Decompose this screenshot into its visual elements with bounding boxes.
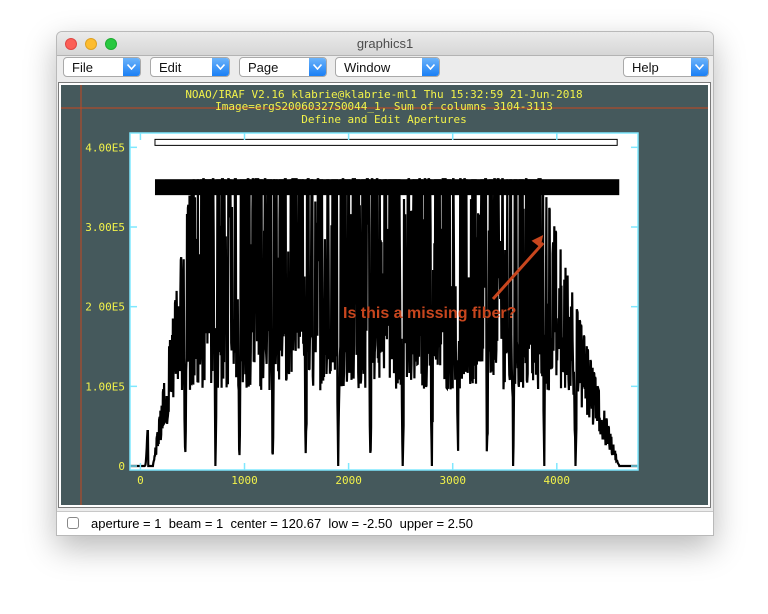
x-tick-label: 3000 xyxy=(439,474,466,487)
y-tick-label: 4.00E5 xyxy=(85,141,125,154)
graphics-window: graphics1 File Edit Page Window Help NOA… xyxy=(56,31,714,536)
y-tick-label: 3.00E5 xyxy=(85,221,125,234)
x-tick-label: 2000 xyxy=(335,474,362,487)
graphics-frame: NOAO/IRAF V2.16 klabrie@klabrie-ml1 Thu … xyxy=(58,82,711,508)
annotation-text: Is this a missing fiber? xyxy=(343,305,516,322)
window-title: graphics1 xyxy=(356,36,414,51)
y-tick-label: 1.00E5 xyxy=(85,380,125,393)
file-menu-label: File xyxy=(72,60,93,75)
graph-header-line-3: Define and Edit Apertures xyxy=(301,113,467,126)
x-tick-label: 4000 xyxy=(544,474,571,487)
graphics-canvas[interactable]: NOAO/IRAF V2.16 klabrie@klabrie-ml1 Thu … xyxy=(61,85,708,505)
saturated-band xyxy=(154,179,620,196)
status-checkbox[interactable] xyxy=(67,517,79,529)
help-menu-label: Help xyxy=(632,60,659,75)
y-tick-label: 0 xyxy=(118,460,125,473)
chevron-down-icon xyxy=(212,58,229,76)
x-tick-label: 1000 xyxy=(231,474,257,487)
chevron-down-icon xyxy=(422,58,439,76)
edit-menu[interactable]: Edit xyxy=(150,57,230,77)
graph-header-line-2: Image=ergS20060327S0044_1, Sum of column… xyxy=(215,100,553,113)
aperture-status-text: aperture = 1 beam = 1 center = 120.67 lo… xyxy=(91,516,473,531)
status-bar: aperture = 1 beam = 1 center = 120.67 lo… xyxy=(57,511,713,535)
title-bar[interactable]: graphics1 xyxy=(57,32,713,56)
window-menu-label: Window xyxy=(344,60,391,75)
edit-menu-label: Edit xyxy=(159,60,182,75)
help-menu[interactable]: Help xyxy=(623,57,709,77)
window-menu[interactable]: Window xyxy=(335,57,440,77)
x-tick-label: 0 xyxy=(137,474,144,487)
chevron-down-icon xyxy=(123,58,140,76)
y-tick-label: 2 00E5 xyxy=(85,301,125,314)
file-menu[interactable]: File xyxy=(63,57,141,77)
page-menu-label: Page xyxy=(248,60,279,75)
chevron-down-icon xyxy=(691,58,708,76)
page-menu[interactable]: Page xyxy=(239,57,327,77)
chevron-down-icon xyxy=(309,58,326,76)
aperture-label-band xyxy=(154,138,618,146)
